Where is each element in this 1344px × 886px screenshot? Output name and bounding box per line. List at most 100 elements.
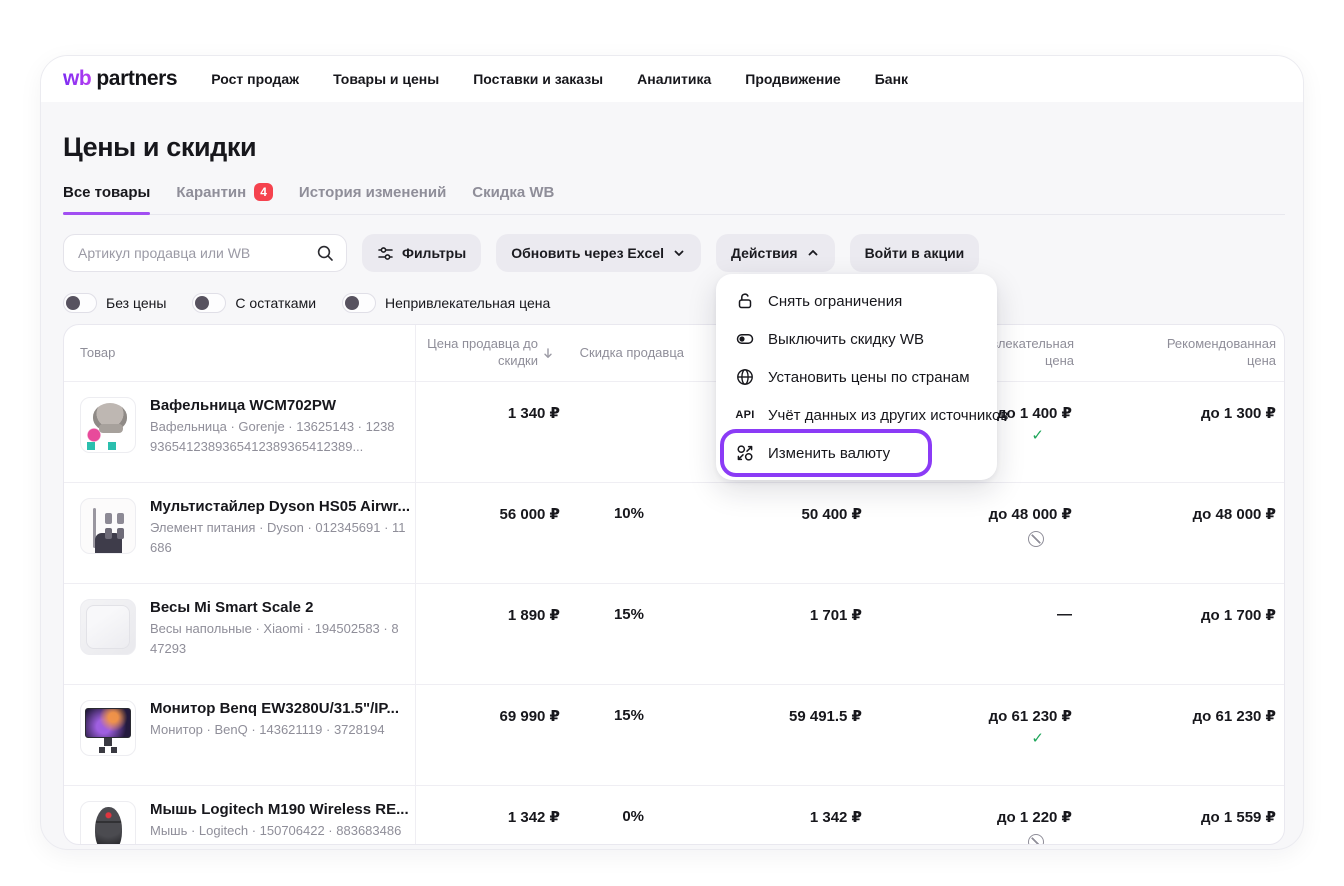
seller-price-value: 1 340 ₽ bbox=[416, 382, 564, 482]
product-title: Мультистайлер Dyson HS05 Airwr... bbox=[150, 498, 410, 515]
seller-price-value: 69 990 ₽ bbox=[416, 685, 564, 785]
table-row[interactable]: Мышь Logitech M190 Wireless RE... Мышь ·… bbox=[64, 785, 1284, 845]
tab-badge: 4 bbox=[254, 183, 273, 201]
menu-item-set-prices-by-country[interactable]: Установить цены по странам bbox=[724, 358, 989, 396]
nav-item[interactable]: Товары и цены bbox=[333, 71, 439, 87]
product-cell: Мультистайлер Dyson HS05 Airwr... Элемен… bbox=[64, 483, 416, 583]
toggle-switch[interactable] bbox=[342, 293, 376, 313]
seller-discount-value: 15% bbox=[564, 685, 684, 785]
chevron-down-icon bbox=[672, 246, 686, 260]
product-image bbox=[80, 700, 136, 756]
product-title: Вафельница WCM702PW bbox=[150, 397, 401, 414]
currency-exchange-icon bbox=[734, 443, 756, 463]
nav-items: Рост продаж Товары и цены Поставки и заказ… bbox=[211, 71, 908, 87]
recommended-price-value: до 48 000 ₽ bbox=[1074, 483, 1284, 583]
seller-discount-value: 0% bbox=[564, 786, 684, 845]
attractive-price-cell: — bbox=[864, 584, 1074, 684]
attractive-status-icon bbox=[1031, 731, 1044, 746]
menu-item-label: Учёт данных из других источников bbox=[768, 407, 1008, 424]
wb-partners-logo[interactable]: wbpartners bbox=[63, 67, 177, 91]
tab-label: Карантин bbox=[176, 184, 246, 201]
tab[interactable]: Все товары bbox=[63, 183, 150, 214]
column-header-product: Товар bbox=[64, 325, 416, 381]
table-row[interactable]: Вафельница WCM702PW Вафельница · Gorenje… bbox=[64, 381, 1284, 482]
tab[interactable]: Скидка WB bbox=[472, 183, 554, 214]
nav-item[interactable]: Продвижение bbox=[745, 71, 840, 87]
nav-item[interactable]: Аналитика bbox=[637, 71, 711, 87]
attractive-price-value: — bbox=[1057, 606, 1072, 623]
search-input[interactable] bbox=[76, 244, 316, 262]
menu-item-disable-wb-discount[interactable]: Выключить скидку WB bbox=[724, 320, 989, 358]
recommended-price-value: до 1 300 ₽ bbox=[1074, 382, 1284, 482]
sort-down-icon bbox=[542, 347, 554, 359]
nav-item[interactable]: Рост продаж bbox=[211, 71, 299, 87]
product-subtitle: Мышь · Logitech · 150706422 · 883683486 bbox=[150, 821, 409, 841]
attractive-status-icon bbox=[1028, 531, 1044, 547]
toggle-knob bbox=[195, 296, 209, 310]
toggle-icon bbox=[734, 329, 756, 349]
column-header-recommended-price: Рекомендованная цена bbox=[1074, 325, 1284, 381]
toggle-label: Без цены bbox=[106, 295, 166, 311]
menu-item-change-currency[interactable]: Изменить валюту bbox=[724, 434, 989, 472]
product-subtitle: Весы напольные · Xiaomi · 194502583 · 84… bbox=[150, 619, 401, 658]
app-window: wbpartners Рост продаж Товары и цены Поста… bbox=[40, 55, 1304, 850]
table-row[interactable]: Весы Mi Smart Scale 2 Весы напольные · X… bbox=[64, 583, 1284, 684]
discounted-price-value: 50 400 ₽ bbox=[684, 483, 864, 583]
product-image bbox=[80, 801, 136, 845]
tab-label: Скидка WB bbox=[472, 184, 554, 201]
discounted-price-value: 1 342 ₽ bbox=[684, 786, 864, 845]
join-promotions-button[interactable]: Войти в акции bbox=[850, 234, 980, 272]
product-cell: Монитор Benq EW3280U/31.5"/IP... Монитор… bbox=[64, 685, 416, 785]
recommended-price-value: до 61 230 ₽ bbox=[1074, 685, 1284, 785]
search-icon bbox=[316, 244, 334, 262]
toggle-label: Непривлекательная цена bbox=[385, 295, 550, 311]
menu-item-external-data[interactable]: API Учёт данных из других источников bbox=[724, 396, 989, 434]
menu-item-remove-restrictions[interactable]: Снять ограничения bbox=[724, 282, 989, 320]
filters-label: Фильтры bbox=[402, 245, 466, 261]
products-table: Товар Цена продавца до скидки Скидка про… bbox=[63, 324, 1285, 845]
seller-price-value: 56 000 ₽ bbox=[416, 483, 564, 583]
toggle-label: С остатками bbox=[235, 295, 316, 311]
nav-item[interactable]: Поставки и заказы bbox=[473, 71, 603, 87]
product-image bbox=[80, 599, 136, 655]
attractive-price-value: до 48 000 ₽ bbox=[989, 505, 1072, 523]
tab-bar: Все товары Карантин 4 История изменений … bbox=[63, 183, 1285, 215]
page-content: Цены и скидки Все товары Карантин 4 Исто… bbox=[41, 132, 1303, 845]
column-header-seller-price[interactable]: Цена продавца до скидки bbox=[416, 325, 564, 381]
api-icon: API bbox=[734, 409, 756, 421]
product-cell: Мышь Logitech M190 Wireless RE... Мышь ·… bbox=[64, 786, 416, 845]
table-row[interactable]: Мультистайлер Dyson HS05 Airwr... Элемен… bbox=[64, 482, 1284, 583]
discounted-price-value: 59 491.5 ₽ bbox=[684, 685, 864, 785]
update-excel-button[interactable]: Обновить через Excel bbox=[496, 234, 701, 272]
filters-button[interactable]: Фильтры bbox=[362, 234, 481, 272]
attractive-status-icon bbox=[1028, 834, 1044, 845]
page-title: Цены и скидки bbox=[63, 132, 1285, 163]
join-promotions-label: Войти в акции bbox=[865, 245, 965, 261]
toggle-knob bbox=[345, 296, 359, 310]
toggle-filter[interactable]: Без цены bbox=[63, 293, 166, 313]
tab[interactable]: Карантин 4 bbox=[176, 183, 273, 214]
toggle-filter[interactable]: С остатками bbox=[192, 293, 316, 313]
toggle-filter[interactable]: Непривлекательная цена bbox=[342, 293, 550, 313]
toggle-switch[interactable] bbox=[192, 293, 226, 313]
actions-button[interactable]: Действия Снять ограничения bbox=[716, 234, 835, 272]
menu-item-label: Установить цены по странам bbox=[768, 369, 970, 386]
logo-wb: wb bbox=[63, 67, 91, 91]
update-excel-label: Обновить через Excel bbox=[511, 245, 664, 261]
table-row[interactable]: Монитор Benq EW3280U/31.5"/IP... Монитор… bbox=[64, 684, 1284, 785]
product-image bbox=[80, 498, 136, 554]
table-header: Товар Цена продавца до скидки Скидка про… bbox=[64, 325, 1284, 381]
search-box bbox=[63, 234, 347, 272]
actions-menu: Снять ограничения Выключить скидку WB bbox=[716, 274, 997, 480]
attractive-price-value: до 1 220 ₽ bbox=[997, 808, 1072, 826]
actions-label: Действия bbox=[731, 245, 798, 261]
product-cell: Вафельница WCM702PW Вафельница · Gorenje… bbox=[64, 382, 416, 482]
tab[interactable]: История изменений bbox=[299, 183, 446, 214]
nav-item[interactable]: Банк bbox=[875, 71, 908, 87]
attractive-status-icon bbox=[1031, 428, 1044, 443]
product-subtitle: Вафельница · Gorenje · 13625143 · 123893… bbox=[150, 417, 401, 456]
toggle-switch[interactable] bbox=[63, 293, 97, 313]
top-nav: wbpartners Рост продаж Товары и цены Поста… bbox=[41, 56, 1303, 102]
toggle-knob bbox=[66, 296, 80, 310]
tab-label: Все товары bbox=[63, 184, 150, 201]
